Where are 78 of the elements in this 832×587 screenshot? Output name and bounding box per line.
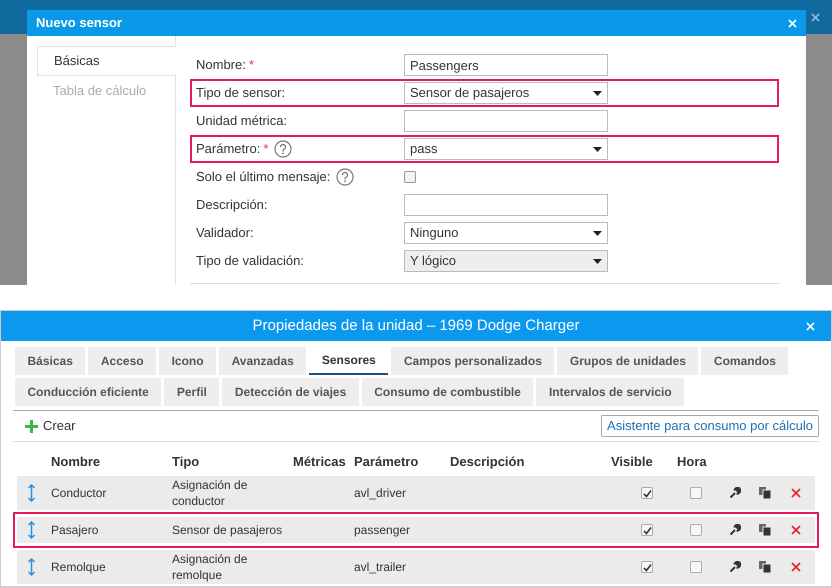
column-header: Visible [610, 453, 654, 471]
checkbox[interactable] [690, 524, 702, 536]
table-cell-text: Pasajero [50, 522, 100, 539]
close-icon [811, 12, 820, 22]
tab[interactable]: Campos personalizados [391, 347, 554, 375]
field-label: Solo el último mensaje: [196, 168, 330, 186]
column-header: Hora [676, 453, 708, 471]
field-label: Descripción: [196, 196, 268, 214]
checkbox[interactable] [690, 487, 702, 499]
caret-icon [593, 146, 602, 152]
caret-icon [593, 90, 602, 96]
tab[interactable]: Comandos [701, 347, 788, 375]
table-cell-text: Sensor de pasajeros [171, 522, 284, 538]
delete-icon[interactable] [791, 562, 801, 572]
caret-icon [593, 230, 602, 236]
tab[interactable]: Básicas [15, 347, 86, 375]
dropdown[interactable]: Ninguno [404, 222, 608, 244]
required-mark: * [248, 56, 254, 74]
tab[interactable]: Grupos de unidades [557, 347, 698, 375]
text-field[interactable] [404, 194, 608, 216]
table-cell-text: Conductor [50, 485, 108, 502]
required-mark: * [263, 140, 268, 158]
column-header: Parámetro [353, 453, 420, 471]
plus-icon [25, 420, 38, 432]
table-cell-text: Remolque [50, 559, 107, 576]
close-icon[interactable] [788, 18, 797, 28]
help-icon[interactable] [274, 140, 292, 158]
dropdown[interactable]: Sensor de pasajeros [404, 82, 608, 104]
drag-handle-icon[interactable] [28, 558, 34, 576]
create-button[interactable]: Crear [13, 416, 76, 436]
copy-icon[interactable] [759, 561, 771, 573]
table-cell-text: passenger [353, 522, 412, 539]
checkbox[interactable] [641, 524, 653, 536]
column-header: Métricas [292, 453, 347, 471]
tab[interactable]: Consumo de combustible [362, 378, 534, 406]
dropdown[interactable]: pass [404, 138, 608, 160]
wrench-icon[interactable] [729, 561, 741, 573]
field-label: Validador: [196, 224, 254, 242]
field-label: Tipo de sensor: [196, 84, 286, 102]
table-cell-text: avl_trailer [353, 559, 408, 576]
help-icon[interactable] [336, 168, 354, 186]
field-label: Tipo de validación: [196, 252, 304, 270]
wrench-icon[interactable] [729, 524, 741, 536]
drag-handle-icon[interactable] [28, 484, 34, 502]
caret-icon [593, 258, 602, 264]
checkbox[interactable] [404, 171, 416, 183]
dialog-title: Nuevo sensor [36, 14, 122, 32]
text-field[interactable]: Passengers [404, 54, 608, 76]
copy-icon[interactable] [759, 487, 771, 499]
table-cell-text: Asignación de remolque [171, 551, 248, 583]
table-cell-text: Asignación de conductor [171, 477, 248, 509]
tab[interactable]: Avanzadas [219, 347, 306, 375]
drag-handle-icon[interactable] [28, 521, 34, 539]
delete-icon[interactable] [791, 525, 801, 535]
checkbox[interactable] [641, 487, 653, 499]
tab[interactable]: Detección de viajes [222, 378, 359, 406]
tab[interactable]: Conducción eficiente [15, 378, 162, 406]
delete-icon[interactable] [791, 488, 801, 498]
close-icon[interactable] [806, 322, 815, 330]
field-label: Parámetro: [196, 140, 260, 158]
text-field[interactable] [404, 110, 608, 132]
wrench-icon[interactable] [729, 487, 741, 499]
checkbox[interactable] [690, 561, 702, 573]
wizard-button[interactable]: Asistente para consumo por cálculo [601, 415, 819, 437]
sidebar-tab[interactable]: Básicas [37, 46, 176, 76]
window-title: Propiedades de la unidad – 1969 Dodge Charger [252, 316, 580, 336]
tab[interactable]: Perfil [164, 378, 220, 406]
column-header: Nombre [50, 453, 102, 471]
copy-icon[interactable] [759, 524, 771, 536]
field-label: Unidad métrica: [196, 112, 288, 130]
column-header: Tipo [171, 453, 200, 471]
tab[interactable]: Icono [159, 347, 216, 375]
field-label: Nombre: [196, 56, 246, 74]
table-cell-text: avl_driver [353, 485, 408, 502]
tab[interactable]: Intervalos de servicio [536, 378, 684, 406]
column-header: Descripción [449, 453, 526, 471]
checkbox[interactable] [641, 561, 653, 573]
tab[interactable]: Acceso [88, 347, 156, 375]
